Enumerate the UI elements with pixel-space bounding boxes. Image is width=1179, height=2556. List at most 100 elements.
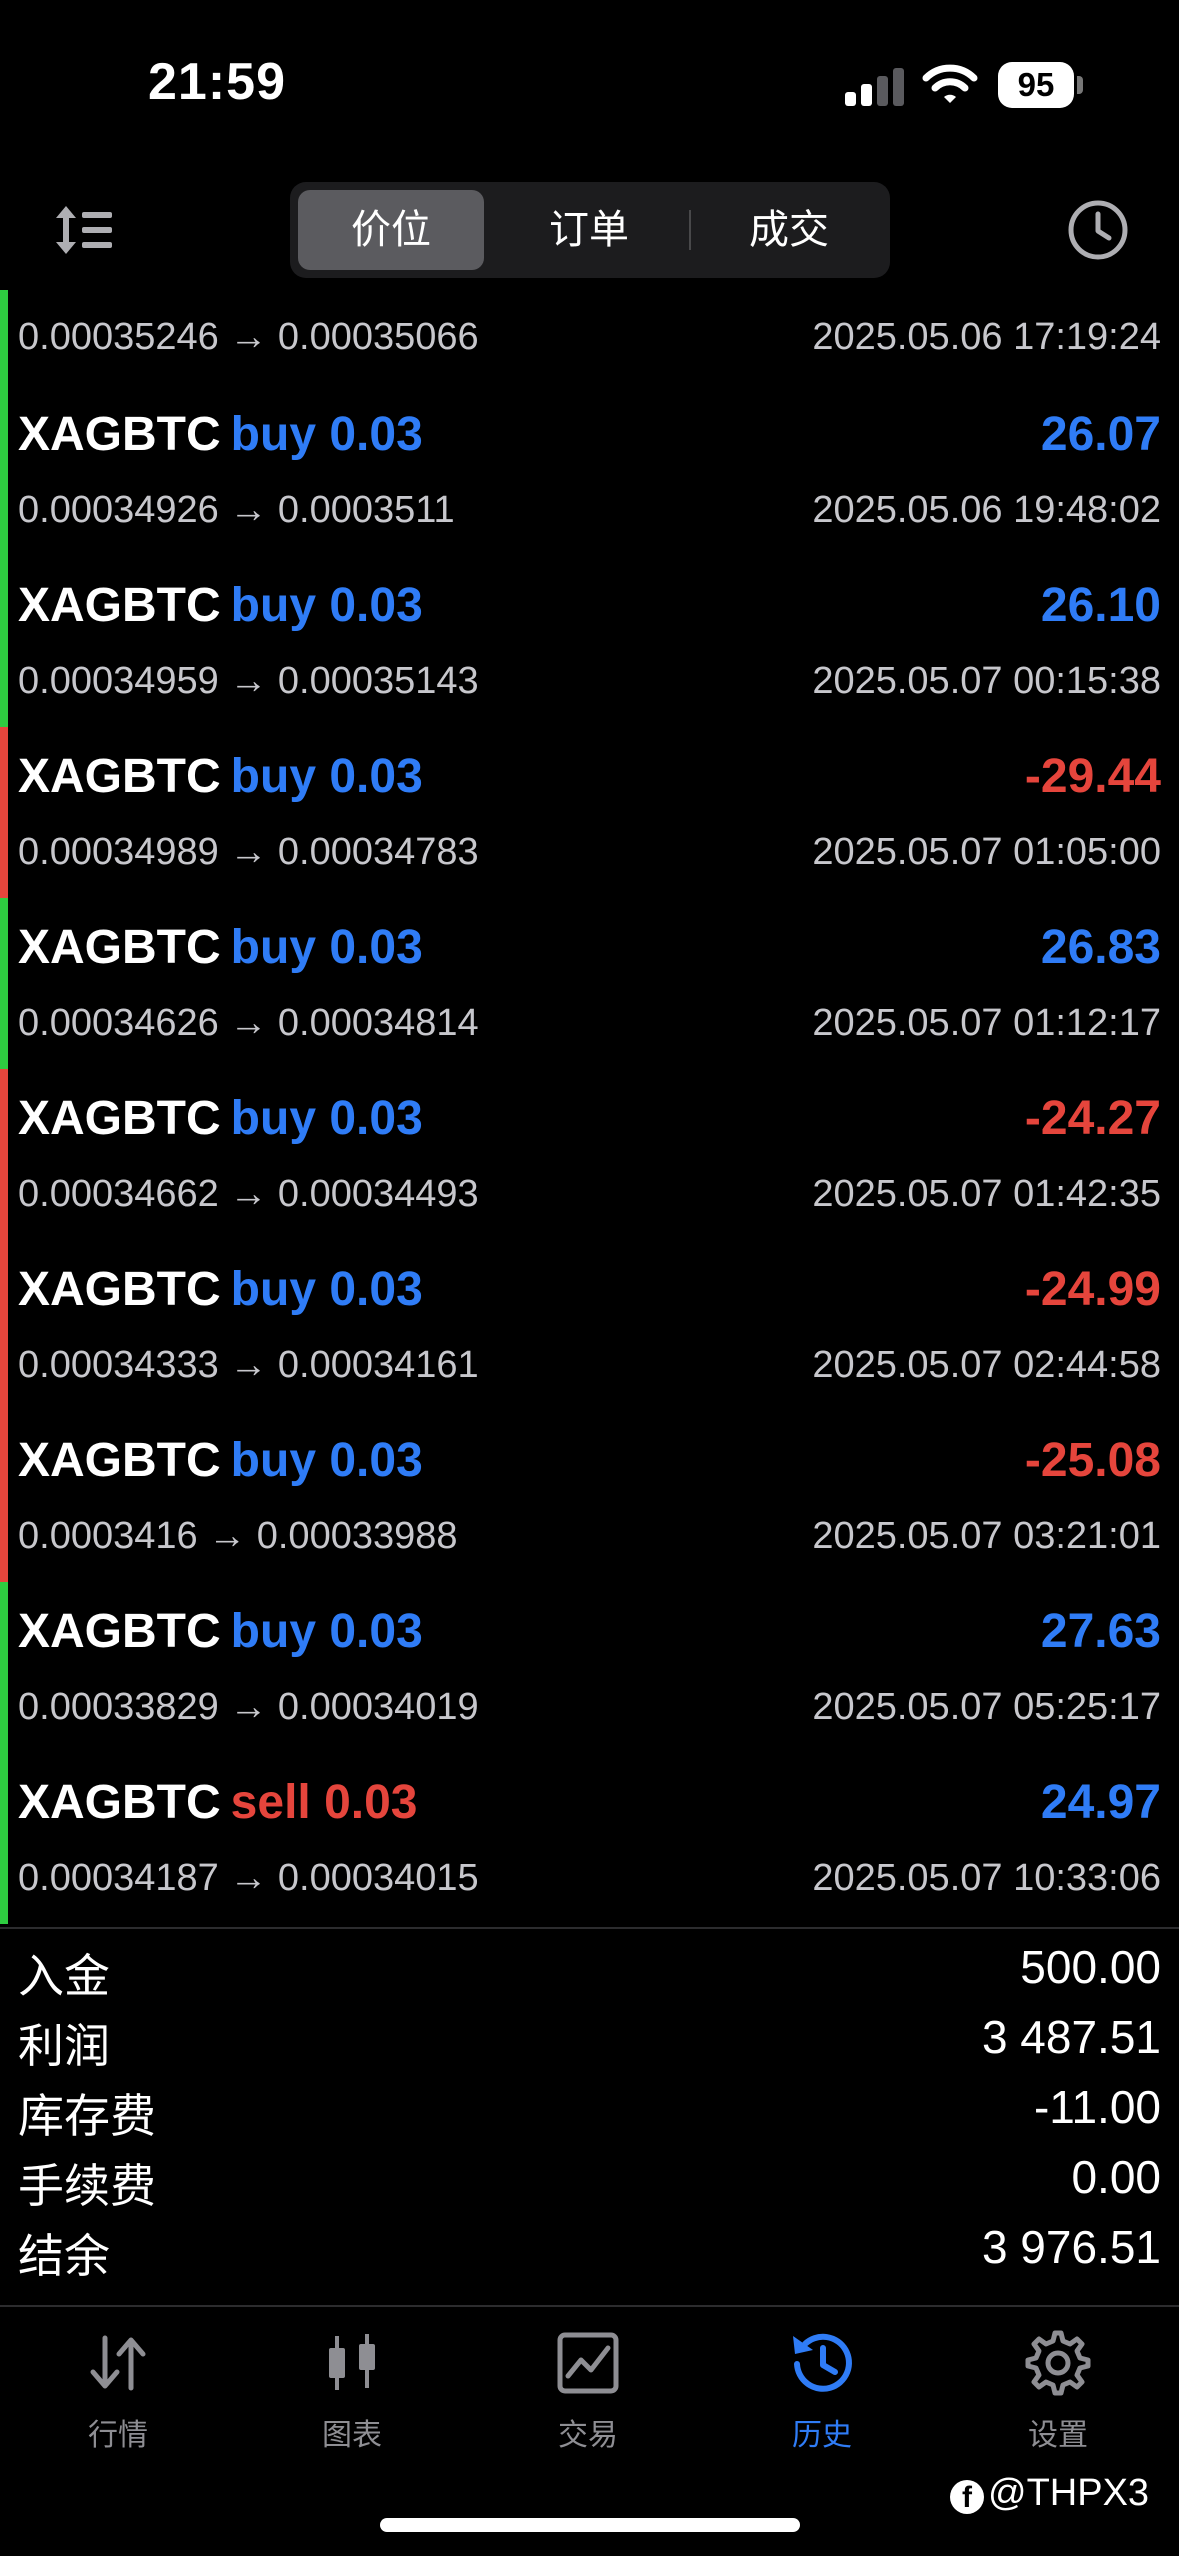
tab-settings[interactable]: 设置 (958, 2328, 1158, 2478)
trade-side: buy 0.03 (230, 579, 423, 632)
trade-profit: 26.10 (1040, 579, 1161, 632)
trade-title: XAGBTC buy 0.03 (18, 1433, 423, 1488)
trade-prices: 0.00035246 → 0.00035066 (18, 316, 479, 358)
clock-icon[interactable] (1066, 198, 1130, 262)
tabbar-divider (0, 2305, 1179, 2307)
trade-time: 2025.05.07 01:05:00 (812, 831, 1161, 873)
tab-label: 设置 (1028, 2419, 1088, 2452)
tab-trade[interactable]: 交易 (488, 2328, 688, 2478)
result-bar (0, 385, 8, 556)
summary-deposit: 入金 500.00 (0, 1932, 1179, 2002)
trade-title: XAGBTC buy 0.03 (18, 749, 423, 804)
trade-profit: -24.99 (1024, 1263, 1161, 1316)
trade-time: 2025.05.06 19:48:02 (812, 489, 1161, 531)
trade-prices: 0.0003416 → 0.00033988 (18, 1515, 458, 1557)
trade-profit: 27.63 (1040, 1605, 1161, 1658)
result-bar (0, 898, 8, 1069)
trade-symbol: XAGBTC (18, 1092, 221, 1145)
result-bar (0, 556, 8, 727)
trade-symbol: XAGBTC (18, 1263, 221, 1316)
trade-history-list[interactable]: 0.00035246 → 0.00035066 2025.05.06 17:19… (0, 290, 1179, 1927)
battery-indicator: 95 (998, 62, 1074, 108)
summary-value: 3 487.51 (981, 2011, 1161, 2063)
trade-side: buy 0.03 (230, 1605, 423, 1658)
trade-prices: 0.00033829 → 0.00034019 (18, 1686, 479, 1728)
trade-profit: -29.44 (1024, 750, 1161, 803)
trade-symbol: XAGBTC (18, 579, 221, 632)
trade-symbol: XAGBTC (18, 1605, 221, 1658)
segmented-control: 价位 订单 成交 (290, 182, 890, 278)
result-bar (0, 1411, 8, 1582)
trade-side: buy 0.03 (230, 408, 423, 461)
result-bar (0, 290, 8, 385)
tab-label: 交易 (558, 2419, 618, 2452)
tab-chart[interactable]: 图表 (252, 2328, 452, 2478)
trade-side: buy 0.03 (230, 921, 423, 974)
trade-row-partial[interactable]: 0.00035246 → 0.00035066 2025.05.06 17:19… (0, 290, 1179, 385)
tab-label: 行情 (88, 2419, 148, 2452)
wifi-icon (922, 64, 978, 103)
trade-prices: 0.00034926 → 0.0003511 (18, 489, 455, 531)
trade-side: sell 0.03 (230, 1776, 418, 1829)
trade-profit: 26.07 (1040, 408, 1161, 461)
segment-divider (689, 210, 691, 250)
trade-prices: 0.00034187 → 0.00034015 (18, 1857, 479, 1899)
status-bar: 21:59 95 (0, 0, 1179, 170)
trade-row[interactable]: XAGBTC buy 0.03 26.10 0.00034959 → 0.000351… (0, 556, 1179, 727)
summary-label: 入金 (18, 1950, 110, 2002)
segment-orders[interactable]: 订单 (496, 190, 682, 270)
trade-time: 2025.05.07 01:42:35 (812, 1173, 1161, 1215)
trade-row[interactable]: XAGBTC buy 0.03 -24.99 0.00034333 → 0.00034… (0, 1240, 1179, 1411)
trade-title: XAGBTC buy 0.03 (18, 578, 423, 633)
result-bar (0, 727, 8, 898)
gear-icon (1025, 2330, 1091, 2396)
trade-row[interactable]: XAGBTC buy 0.03 -25.08 0.0003416 → 0.000339… (0, 1411, 1179, 1582)
trade-title: XAGBTC buy 0.03 (18, 407, 423, 462)
result-bar (0, 1582, 8, 1753)
trade-title: XAGBTC buy 0.03 (18, 1604, 423, 1659)
trade-side: buy 0.03 (230, 1263, 423, 1316)
summary-label: 结余 (18, 2230, 110, 2282)
status-time: 21:59 (148, 53, 286, 111)
trade-time: 2025.05.07 02:44:58 (812, 1344, 1161, 1386)
trade-title: XAGBTC buy 0.03 (18, 1091, 423, 1146)
summary-swap: 库存费 -11.00 (0, 2072, 1179, 2142)
tab-history[interactable]: 历史 (722, 2328, 922, 2478)
trade-time: 2025.05.07 05:25:17 (812, 1686, 1161, 1728)
account-summary: 入金 500.00 利润 3 487.51 库存费 -11.00 手续费 0.0… (0, 1932, 1179, 2302)
summary-value: 3 976.51 (981, 2221, 1161, 2273)
segment-price[interactable]: 价位 (298, 190, 484, 270)
trade-row[interactable]: XAGBTC sell 0.03 24.97 0.00034187 → 0.00034… (0, 1753, 1179, 1924)
trade-prices: 0.00034333 → 0.00034161 (18, 1344, 479, 1386)
tab-label: 图表 (322, 2419, 382, 2452)
tab-label: 历史 (792, 2419, 852, 2452)
trade-row[interactable]: XAGBTC buy 0.03 26.83 0.00034626 → 0.000348… (0, 898, 1179, 1069)
battery-tip (1077, 76, 1083, 94)
trade-time: 2025.05.07 03:21:01 (812, 1515, 1161, 1557)
summary-profit: 利润 3 487.51 (0, 2002, 1179, 2072)
trade-symbol: XAGBTC (18, 408, 221, 461)
trade-time: 2025.05.07 01:12:17 (812, 1002, 1161, 1044)
tab-quotes[interactable]: 行情 (18, 2328, 218, 2478)
segment-deals[interactable]: 成交 (696, 190, 882, 270)
trade-row[interactable]: XAGBTC buy 0.03 26.07 0.00034926 → 0.000351… (0, 385, 1179, 556)
trade-chart-icon (557, 2332, 619, 2394)
result-bar (0, 1069, 8, 1240)
trade-side: buy 0.03 (230, 1092, 423, 1145)
sort-icon[interactable] (52, 198, 116, 262)
trade-prices: 0.00034989 → 0.00034783 (18, 831, 479, 873)
trade-row[interactable]: XAGBTC buy 0.03 -24.27 0.00034662 → 0.00034… (0, 1069, 1179, 1240)
watermark: f @THPX3 (950, 2472, 1149, 2515)
watermark-text: @THPX3 (988, 2472, 1150, 2514)
home-indicator[interactable] (380, 2518, 800, 2532)
trade-row[interactable]: XAGBTC buy 0.03 27.63 0.00033829 → 0.000340… (0, 1582, 1179, 1753)
trade-profit: -24.27 (1024, 1092, 1161, 1145)
summary-balance: 结余 3 976.51 (0, 2212, 1179, 2282)
trade-symbol: XAGBTC (18, 750, 221, 803)
history-clock-icon (793, 2333, 852, 2392)
trade-symbol: XAGBTC (18, 1776, 221, 1829)
trade-title: XAGBTC sell 0.03 (18, 1775, 418, 1830)
trade-symbol: XAGBTC (18, 921, 221, 974)
summary-value: 500.00 (1020, 1941, 1161, 1993)
trade-row[interactable]: XAGBTC buy 0.03 -29.44 0.00034989 → 0.00034… (0, 727, 1179, 898)
